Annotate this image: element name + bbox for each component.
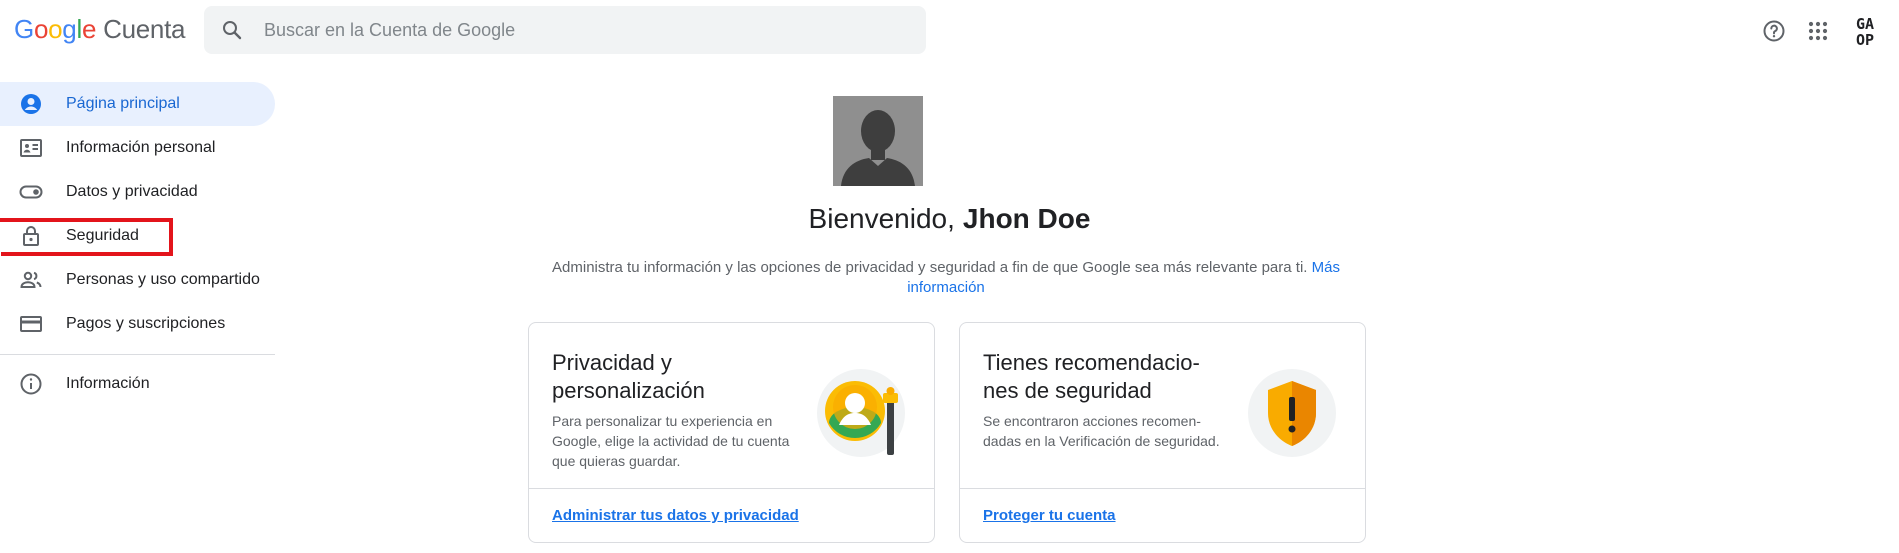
credit-card-icon [19,312,43,336]
card-separator [529,488,934,489]
id-card-icon [19,136,43,160]
welcome-greeting: Bienvenido, [808,203,955,234]
card-separator [960,488,1365,489]
security-shield-warning-icon [1248,369,1336,457]
product-name: Cuenta [103,14,186,44]
profile-photo[interactable] [833,96,923,186]
manage-privacy-link[interactable]: Administrar tus datos y privacidad [552,507,799,524]
sidebar-item-label: Pagos y suscripciones [66,315,226,332]
default-avatar-icon [833,96,923,186]
logo-letter: e [81,14,97,44]
sidebar-item-payments[interactable]: Pagos y suscripciones [0,302,275,346]
sidebar-item-label: Información [66,375,150,392]
user-name: Jhon Doe [962,203,1091,234]
description-text: Administra tu información y las opciones… [552,259,1308,276]
info-icon [19,372,43,396]
card-description: Para personalizar tu experiencia en Goog… [552,413,790,469]
sidebar-item-personal-info[interactable]: Información personal [0,126,275,170]
home-icon [19,92,43,116]
protect-account-link[interactable]: Proteger tu cuenta [983,507,1116,524]
logo-letter: o [33,14,49,44]
account-avatar[interactable]: GA OP [1848,14,1882,48]
apps-icon[interactable] [1804,17,1832,45]
logo-letter: G [14,14,34,44]
card-description: Se encontraron acciones recomen-dadas en… [983,413,1220,449]
logo-letter: o [48,14,63,44]
people-icon [19,268,43,292]
toggle-icon [19,180,43,204]
avatar-text-bottom: OP [1856,31,1874,48]
sidebar-divider [0,354,275,355]
welcome-heading: Bienvenido, Jhon Doe [0,203,1899,235]
security-card[interactable]: Tienes recomendacio-nes de seguridad Se … [959,322,1366,543]
card-title: Privacidad y personalización [552,350,705,403]
search-input[interactable] [262,18,926,42]
search-icon[interactable] [220,18,244,42]
welcome-description: Administra tu información y las opciones… [552,258,1340,298]
sidebar-item-label: Información personal [66,139,216,156]
sidebar-item-people-sharing[interactable]: Personas y uso compartido [0,258,275,302]
privacy-card[interactable]: Privacidad y personalización Para person… [528,322,935,543]
sidebar-item-about[interactable]: Información [0,362,275,406]
logo-letter: g [62,14,77,44]
search-bar[interactable] [204,6,926,54]
help-icon[interactable] [1760,17,1788,45]
sidebar-item-label: Datos y privacidad [66,183,198,200]
card-title: Tienes recomendacio-nes de seguridad [983,350,1200,403]
sidebar-item-label: Página principal [66,95,180,112]
sidebar-item-label: Personas y uso compartido [66,271,260,288]
sidebar-item-home[interactable]: Página principal [0,82,275,126]
privacy-illustration-icon [817,369,905,457]
google-account-logo[interactable]: Google Cuenta [14,14,185,45]
